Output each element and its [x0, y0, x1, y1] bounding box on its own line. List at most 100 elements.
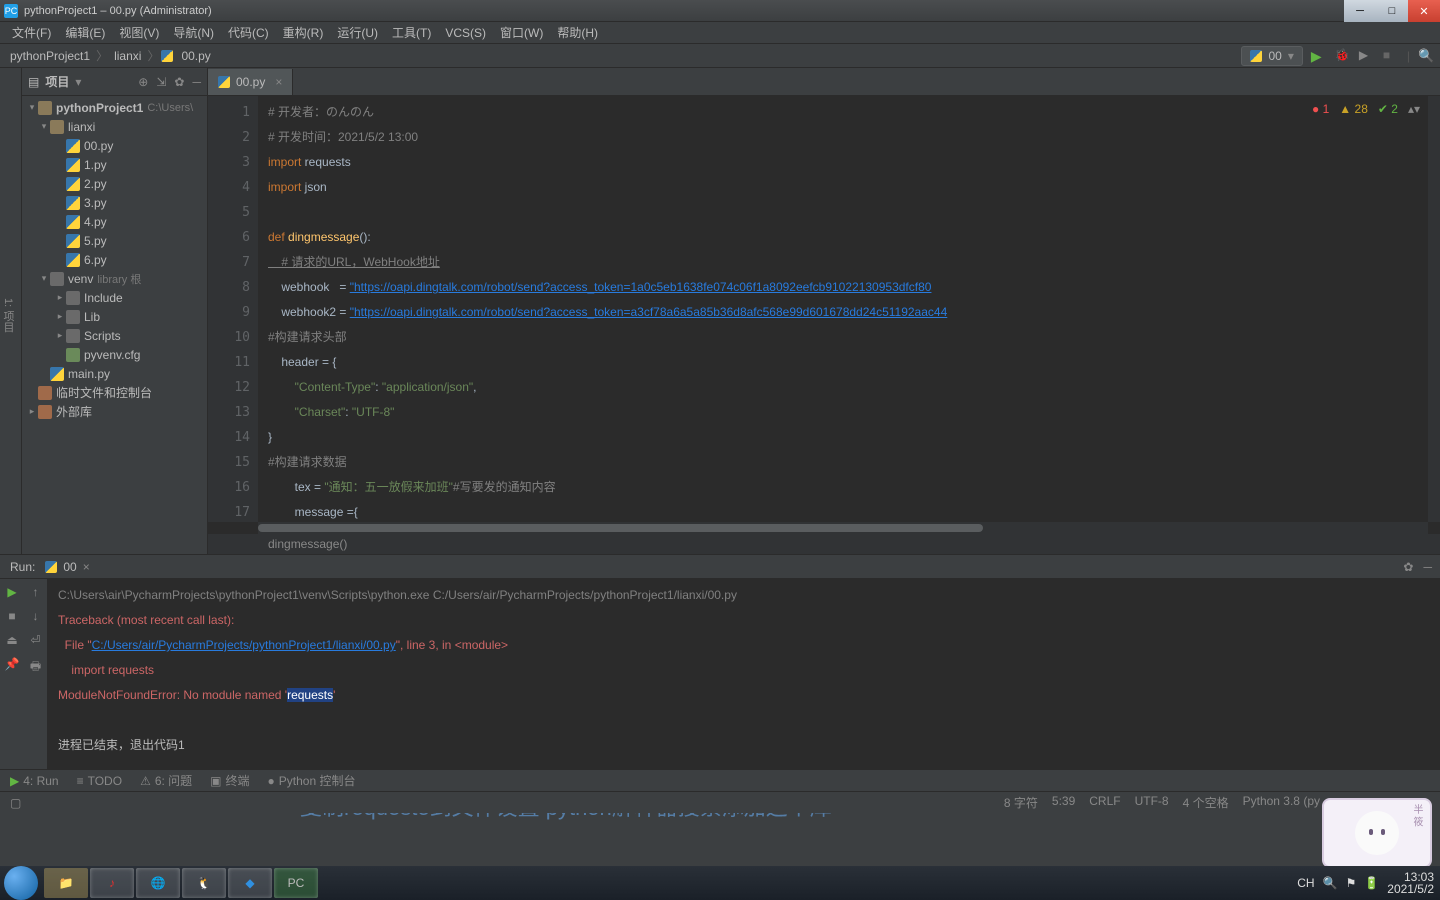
toolwin-run[interactable]: ▶4: Run: [10, 774, 59, 788]
run-config-selector[interactable]: 00 ▾: [1241, 46, 1302, 66]
code-breadcrumb[interactable]: dingmessage(): [208, 534, 1440, 554]
run-hide-icon[interactable]: ─: [1423, 560, 1432, 574]
down-icon[interactable]: ↓: [33, 609, 39, 623]
python-icon: [1250, 50, 1262, 62]
stop-icon[interactable]: ■: [8, 609, 15, 623]
menu-edit[interactable]: 编辑(E): [59, 22, 111, 43]
tree-lianxi[interactable]: ▾lianxi: [22, 117, 207, 136]
run-tab-close-icon[interactable]: ×: [83, 560, 90, 574]
tree-lib[interactable]: ▸Lib: [22, 307, 207, 326]
tree-file[interactable]: 5.py: [22, 231, 207, 250]
tree-main[interactable]: main.py: [22, 364, 207, 383]
tree-venv[interactable]: ▾venvlibrary 根: [22, 269, 207, 288]
collapse-icon[interactable]: ─: [192, 75, 201, 89]
menu-vcs[interactable]: VCS(S): [439, 24, 492, 42]
tree-scratch[interactable]: 临时文件和控制台: [22, 383, 207, 402]
status-indent[interactable]: 4 个空格: [1183, 794, 1229, 811]
start-button[interactable]: [4, 866, 38, 900]
tray-battery-icon[interactable]: 🔋: [1364, 876, 1379, 890]
close-button[interactable]: ✕: [1408, 0, 1440, 22]
menu-view[interactable]: 视图(V): [113, 22, 165, 43]
status-icon[interactable]: ▢: [10, 796, 21, 810]
locate-icon[interactable]: ⊕: [138, 75, 148, 89]
tree-file[interactable]: 4.py: [22, 212, 207, 231]
taskbar-explorer[interactable]: 📁: [44, 868, 88, 898]
exit-icon[interactable]: ⏏: [6, 633, 17, 647]
tree-file[interactable]: 00.py: [22, 136, 207, 155]
toolwin-problems[interactable]: ⚠6: 问题: [140, 772, 192, 789]
tray-ime[interactable]: CH: [1297, 876, 1314, 890]
status-enc[interactable]: UTF-8: [1135, 794, 1169, 811]
taskbar-qq[interactable]: 🐧: [182, 868, 226, 898]
inspections-widget[interactable]: ● 1 ▲ 28 ✔ 2 ▴▾: [1312, 102, 1420, 116]
pin-icon[interactable]: 📌: [5, 657, 20, 671]
run-coverage-button[interactable]: ▶: [1359, 48, 1375, 64]
tree-file[interactable]: 6.py: [22, 250, 207, 269]
tree-pyvenv[interactable]: pyvenv.cfg: [22, 345, 207, 364]
debug-button[interactable]: 🐞: [1335, 48, 1351, 64]
python-file-icon: [161, 50, 173, 62]
tree-file[interactable]: 1.py: [22, 155, 207, 174]
expand-icon[interactable]: ⇲: [156, 75, 166, 89]
menu-tools[interactable]: 工具(T): [386, 22, 437, 43]
run-left-toolbar: ▶ ■ ⏏ 📌: [0, 579, 24, 769]
menu-code[interactable]: 代码(C): [222, 22, 275, 43]
tray-clock[interactable]: 13:032021/5/2: [1387, 871, 1434, 895]
status-pos[interactable]: 5:39: [1052, 794, 1075, 811]
windows-taskbar: 📁 ♪ 🌐 🐧 ◆ PC CH 🔍 ⚑ 🔋 13:032021/5/2: [0, 866, 1440, 900]
run-settings-icon[interactable]: ✿: [1403, 560, 1413, 574]
run-button[interactable]: ▶: [1311, 48, 1327, 64]
toolwin-pyconsole[interactable]: ●Python 控制台: [268, 772, 356, 789]
rerun-icon[interactable]: ▶: [7, 585, 16, 599]
crumb-project[interactable]: pythonProject1: [6, 47, 94, 65]
menu-file[interactable]: 文件(F): [6, 22, 57, 43]
menu-help[interactable]: 帮助(H): [551, 22, 604, 43]
left-gutter[interactable]: 1: 项目: [0, 68, 22, 554]
wrap-icon[interactable]: ⏎: [30, 633, 40, 647]
taskbar-chrome[interactable]: 🌐: [136, 868, 180, 898]
code-area[interactable]: # 开发者：のんのん # 开发时间：2021/5/2 13:00 import …: [258, 96, 1428, 522]
up-icon[interactable]: ↑: [33, 585, 39, 599]
tree-include[interactable]: ▸Include: [22, 288, 207, 307]
console-output[interactable]: C:\Users\air\PycharmProjects\pythonProje…: [48, 579, 1440, 769]
desktop-mascot[interactable]: 半 筱: [1322, 798, 1432, 868]
status-interpreter[interactable]: Python 3.8 (py: [1243, 794, 1320, 811]
taskbar-pycharm[interactable]: PC: [274, 868, 318, 898]
menu-navigate[interactable]: 导航(N): [167, 22, 220, 43]
status-le[interactable]: CRLF: [1089, 794, 1120, 811]
python-icon: [45, 561, 57, 573]
minimize-button[interactable]: ─: [1344, 0, 1376, 22]
project-tree[interactable]: ▾pythonProject1C:\Users\ ▾lianxi 00.py 1…: [22, 96, 207, 554]
tree-root[interactable]: ▾pythonProject1C:\Users\: [22, 98, 207, 117]
crumb-folder[interactable]: lianxi: [110, 47, 145, 65]
menu-run[interactable]: 运行(U): [331, 22, 384, 43]
toolwin-todo[interactable]: ≡TODO: [77, 774, 122, 788]
tab-00py[interactable]: 00.py ×: [208, 69, 293, 95]
toolwin-terminal[interactable]: ▣终端: [210, 772, 249, 789]
tree-external[interactable]: ▸外部库: [22, 402, 207, 421]
tree-file[interactable]: 3.py: [22, 193, 207, 212]
menu-window[interactable]: 窗口(W): [494, 22, 549, 43]
tray-search-icon[interactable]: 🔍: [1323, 876, 1338, 890]
search-everywhere-button[interactable]: 🔍: [1418, 48, 1434, 64]
project-label[interactable]: 项目: [45, 73, 69, 90]
taskbar-dingtalk[interactable]: ◆: [228, 868, 272, 898]
line-gutter[interactable]: 123456789101112131415161718: [208, 96, 258, 522]
menu-refactor[interactable]: 重构(R): [277, 22, 330, 43]
tree-scripts[interactable]: ▸Scripts: [22, 326, 207, 345]
run-config-name[interactable]: 00: [63, 560, 76, 574]
horizontal-scrollbar[interactable]: [258, 522, 1428, 534]
tray-notif-icon[interactable]: ⚑: [1346, 876, 1357, 890]
error-stripe[interactable]: [1428, 96, 1440, 522]
taskbar-netease[interactable]: ♪: [90, 868, 134, 898]
maximize-button[interactable]: □: [1376, 0, 1408, 22]
crumb-file[interactable]: 00.py: [177, 47, 214, 65]
system-tray[interactable]: CH 🔍 ⚑ 🔋 13:032021/5/2: [1297, 871, 1434, 895]
status-chars[interactable]: 8 字符: [1004, 794, 1038, 811]
settings-icon[interactable]: ✿: [174, 75, 184, 89]
tree-file[interactable]: 2.py: [22, 174, 207, 193]
stop-button[interactable]: ■: [1383, 48, 1399, 64]
tab-close-icon[interactable]: ×: [275, 75, 282, 89]
print-icon[interactable]: 🖶: [30, 657, 41, 678]
titlebar[interactable]: PC pythonProject1 – 00.py (Administrator…: [0, 0, 1440, 22]
